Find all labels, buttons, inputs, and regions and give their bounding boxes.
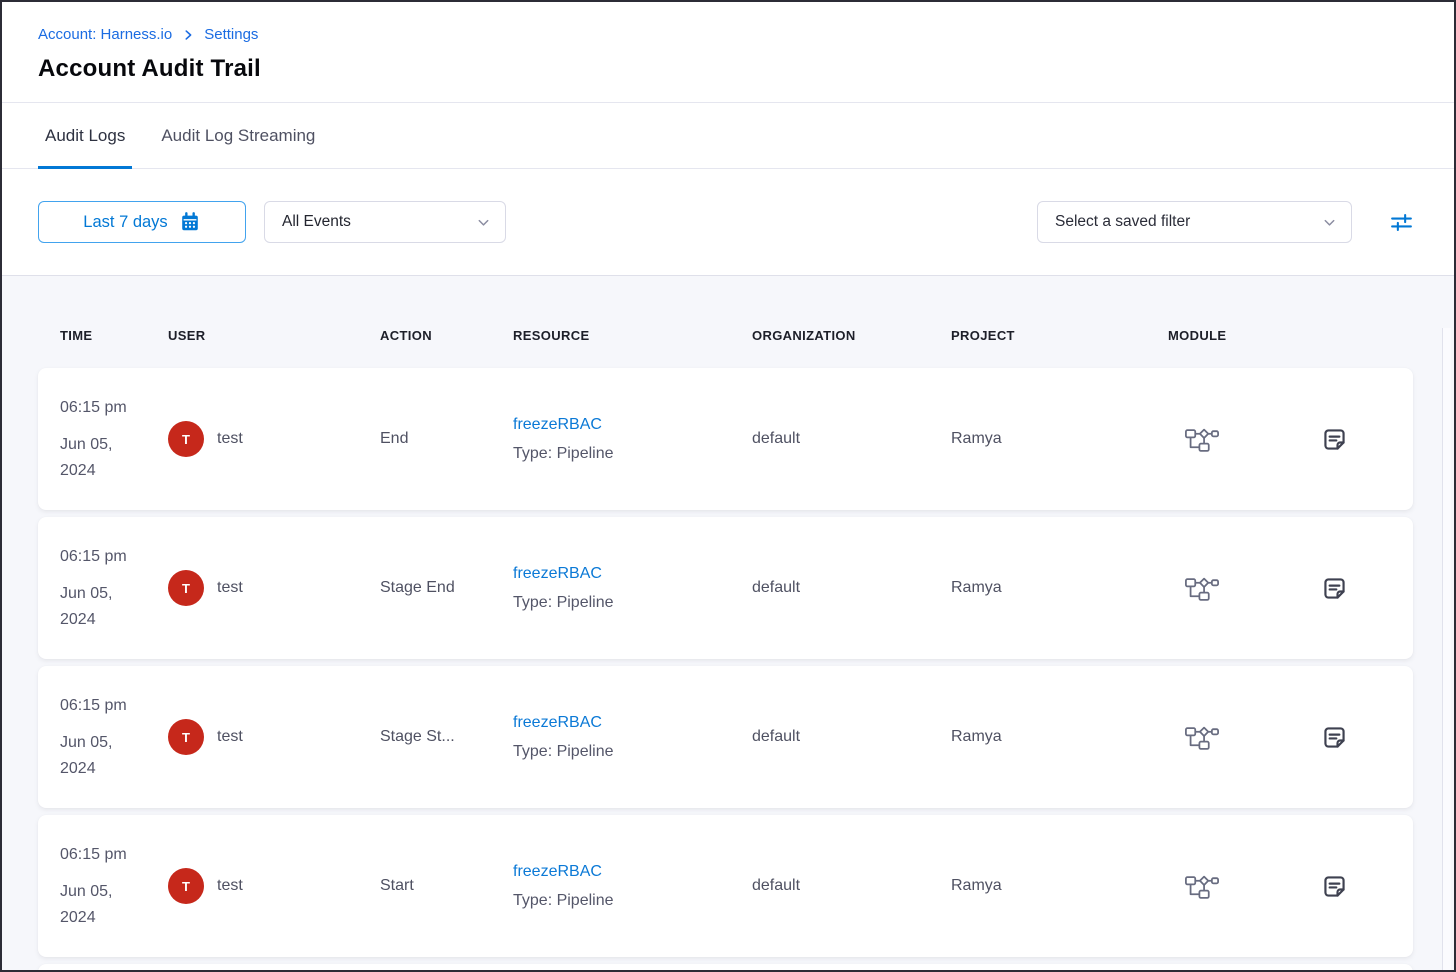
- pipeline-flowchart-icon: [1184, 575, 1220, 602]
- note-icon[interactable]: [1320, 425, 1349, 454]
- project-cell: Ramya: [951, 877, 1168, 895]
- user-cell: T test: [168, 719, 380, 755]
- page-title: Account Audit Trail: [38, 55, 1418, 83]
- user-cell: T test: [168, 570, 380, 606]
- project-cell: Ramya: [951, 430, 1168, 448]
- vertical-scrollbar[interactable]: [1442, 328, 1451, 970]
- note-icon[interactable]: [1320, 872, 1349, 901]
- resource-link[interactable]: freezeRBAC: [513, 565, 752, 583]
- chevron-down-icon: [476, 215, 491, 230]
- resource-type: Type: Pipeline: [513, 743, 752, 761]
- account-audit-trail-page: Account: Harness.io Settings Account Aud…: [0, 0, 1456, 972]
- chevron-down-icon: [1322, 215, 1337, 230]
- user-name: test: [217, 877, 243, 895]
- event-type-select[interactable]: All Events: [264, 201, 506, 243]
- action-cell: Start: [380, 877, 513, 895]
- note-icon[interactable]: [1320, 723, 1349, 752]
- user-cell: T test: [168, 868, 380, 904]
- resource-type: Type: Pipeline: [513, 892, 752, 910]
- table-body: 06:15 pm Jun 05, 2024 T test End freezeR…: [38, 368, 1413, 970]
- avatar: T: [168, 421, 204, 457]
- avatar: T: [168, 868, 204, 904]
- sliders-icon: [1389, 210, 1414, 235]
- event-date: Jun 05, 2024: [60, 432, 132, 484]
- pipeline-flowchart-icon: [1184, 426, 1220, 453]
- date-range-button[interactable]: Last 7 days: [38, 201, 246, 243]
- col-header-organization: ORGANIZATION: [752, 328, 951, 343]
- col-header-resource: RESOURCE: [513, 328, 752, 343]
- date-range-label: Last 7 days: [83, 213, 167, 232]
- table-row-partial: [38, 964, 1413, 970]
- user-name: test: [217, 579, 243, 597]
- chevron-right-icon: [181, 28, 195, 42]
- tabs-bar: Audit Logs Audit Log Streaming: [2, 103, 1454, 169]
- project-cell: Ramya: [951, 728, 1168, 746]
- resource-type: Type: Pipeline: [513, 594, 752, 612]
- table-row: 06:15 pm Jun 05, 2024 T test Stage St...…: [38, 666, 1413, 808]
- pipeline-flowchart-icon: [1184, 873, 1220, 900]
- resource-cell: freezeRBAC Type: Pipeline: [513, 714, 752, 761]
- time-cell: 06:15 pm Jun 05, 2024: [60, 544, 168, 633]
- action-cell: Stage End: [380, 579, 513, 597]
- page-header: Account: Harness.io Settings Account Aud…: [2, 2, 1454, 103]
- organization-cell: default: [752, 728, 951, 746]
- resource-link[interactable]: freezeRBAC: [513, 416, 752, 434]
- note-icon[interactable]: [1320, 574, 1349, 603]
- resource-cell: freezeRBAC Type: Pipeline: [513, 565, 752, 612]
- col-header-user: USER: [168, 328, 380, 343]
- time-cell: 06:15 pm Jun 05, 2024: [60, 693, 168, 782]
- time-cell: 06:15 pm Jun 05, 2024: [60, 842, 168, 931]
- event-date: Jun 05, 2024: [60, 581, 132, 633]
- table-header-row: TIME USER ACTION RESOURCE ORGANIZATION P…: [38, 276, 1413, 343]
- col-header-action: ACTION: [380, 328, 513, 343]
- resource-cell: freezeRBAC Type: Pipeline: [513, 863, 752, 910]
- pipeline-flowchart-icon: [1184, 724, 1220, 751]
- event-type-value: All Events: [282, 213, 351, 231]
- avatar: T: [168, 719, 204, 755]
- table-row: 06:15 pm Jun 05, 2024 T test Start freez…: [38, 815, 1413, 957]
- time-cell: 06:15 pm Jun 05, 2024: [60, 395, 168, 484]
- project-cell: Ramya: [951, 579, 1168, 597]
- event-date: Jun 05, 2024: [60, 730, 132, 782]
- action-cell: End: [380, 430, 513, 448]
- breadcrumb-settings-link[interactable]: Settings: [204, 26, 258, 43]
- col-header-module: MODULE: [1168, 328, 1300, 343]
- resource-type: Type: Pipeline: [513, 445, 752, 463]
- event-date: Jun 05, 2024: [60, 879, 132, 931]
- organization-cell: default: [752, 579, 951, 597]
- breadcrumb: Account: Harness.io Settings: [38, 26, 1418, 43]
- table-row: 06:15 pm Jun 05, 2024 T test Stage End f…: [38, 517, 1413, 659]
- calendar-icon: [179, 211, 201, 233]
- table-row: 06:15 pm Jun 05, 2024 T test End freezeR…: [38, 368, 1413, 510]
- saved-filter-select[interactable]: Select a saved filter: [1037, 201, 1352, 243]
- saved-filter-placeholder: Select a saved filter: [1055, 213, 1190, 231]
- action-cell: Stage St...: [380, 728, 513, 746]
- event-time: 06:15 pm: [60, 395, 168, 421]
- resource-link[interactable]: freezeRBAC: [513, 714, 752, 732]
- col-header-time: TIME: [60, 328, 168, 343]
- audit-table: TIME USER ACTION RESOURCE ORGANIZATION P…: [2, 276, 1454, 970]
- filter-panel-button[interactable]: [1389, 210, 1414, 235]
- avatar: T: [168, 570, 204, 606]
- filter-bar: Last 7 days All Events Select a saved fi…: [2, 169, 1454, 276]
- event-time: 06:15 pm: [60, 693, 168, 719]
- event-time: 06:15 pm: [60, 842, 168, 868]
- organization-cell: default: [752, 877, 951, 895]
- resource-cell: freezeRBAC Type: Pipeline: [513, 416, 752, 463]
- event-time: 06:15 pm: [60, 544, 168, 570]
- tab-audit-logs[interactable]: Audit Logs: [38, 103, 132, 168]
- breadcrumb-account-link[interactable]: Account: Harness.io: [38, 26, 172, 43]
- user-name: test: [217, 728, 243, 746]
- organization-cell: default: [752, 430, 951, 448]
- col-header-project: PROJECT: [951, 328, 1168, 343]
- resource-link[interactable]: freezeRBAC: [513, 863, 752, 881]
- user-name: test: [217, 430, 243, 448]
- user-cell: T test: [168, 421, 380, 457]
- tab-audit-log-streaming[interactable]: Audit Log Streaming: [154, 103, 322, 168]
